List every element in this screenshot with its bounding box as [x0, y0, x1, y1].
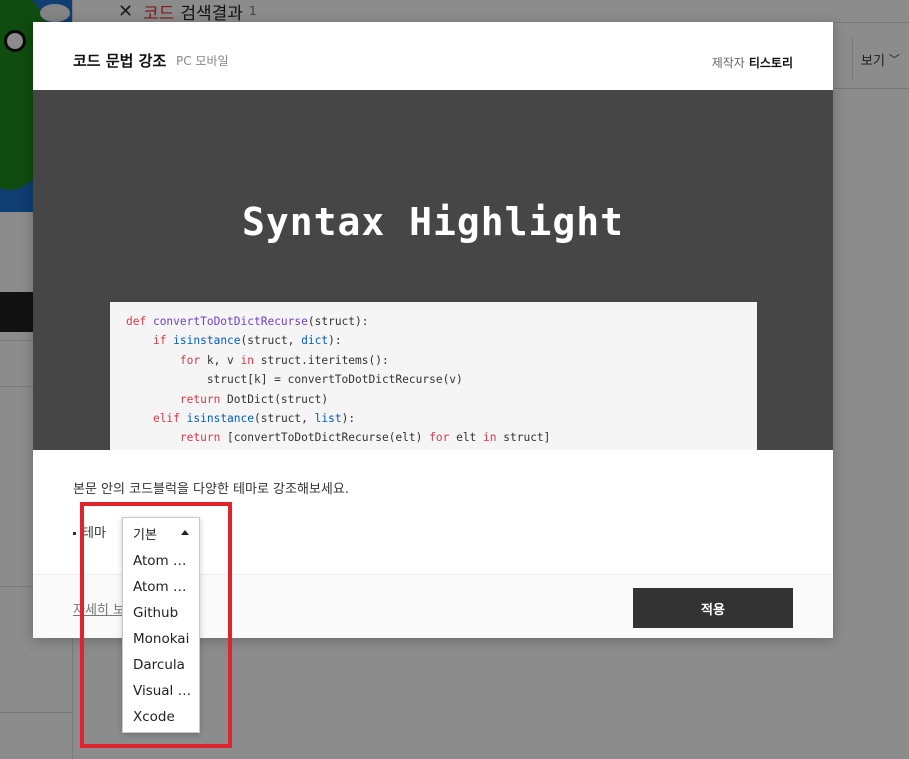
- code-token: convertToDotDictRecurse: [152, 315, 308, 328]
- code-token: def: [126, 315, 153, 328]
- code-token: struct[k] = convertToDotDictRecurse(v): [126, 373, 463, 387]
- code-token: [convertToDotDictRecurse(elt): [227, 431, 430, 445]
- annotation-highlight-box: [80, 502, 232, 748]
- code-token: ):: [328, 334, 342, 348]
- code-token: for: [429, 431, 457, 445]
- code-token: return: [179, 431, 228, 445]
- code-token: struct]: [503, 431, 551, 445]
- apply-button[interactable]: 적용: [633, 588, 793, 628]
- code-token: (struct,: [240, 334, 302, 348]
- maker-info: 제작자 티스토리: [712, 54, 793, 71]
- code-token: return: [179, 392, 228, 406]
- maker-name: 티스토리: [748, 56, 793, 70]
- code-line: if isinstance(struct, dict):: [126, 331, 741, 350]
- bullet-icon: [73, 532, 76, 535]
- code-sample: def convertToDotDictRecurse(struct): if …: [110, 302, 757, 450]
- code-token: struct.iteritems():: [260, 353, 389, 367]
- code-line: return DotDict(struct): [126, 390, 741, 409]
- code-token: elif: [152, 412, 187, 426]
- code-token: if: [152, 334, 174, 348]
- code-token: in: [240, 353, 261, 367]
- plugin-description: 본문 안의 코드블럭을 다양한 테마로 강조해보세요.: [73, 482, 349, 497]
- platform-info: PC 모바일: [176, 54, 229, 68]
- maker-label: 제작자: [711, 56, 745, 70]
- code-token: (struct):: [307, 315, 369, 328]
- code-token: dict: [301, 334, 329, 348]
- preview-heading: Syntax Highlight: [241, 200, 625, 244]
- code-token: elt: [456, 431, 484, 445]
- code-line: return [convertToDotDictRecurse(elt) for…: [126, 428, 741, 447]
- modal-header: 코드 문법 강조 PC 모바일 제작자 티스토리: [33, 22, 833, 90]
- code-token: isinstance: [186, 412, 254, 426]
- code-line: elif isinstance(struct, list):: [126, 409, 741, 428]
- code-token: list: [314, 412, 342, 426]
- modal-title: 코드 문법 강조: [73, 52, 167, 70]
- preview-banner: Syntax Highlight def convertToDotDictRec…: [33, 90, 833, 450]
- code-token: in: [483, 431, 504, 445]
- code-token: k, v: [206, 353, 241, 367]
- code-token: for: [179, 353, 207, 367]
- code-token: isinstance: [173, 334, 241, 348]
- code-token: ):: [341, 412, 356, 426]
- code-line: def convertToDotDictRecurse(struct):: [126, 312, 741, 331]
- code-line: struct[k] = convertToDotDictRecurse(v): [126, 370, 741, 389]
- code-token: DotDict(struct): [227, 392, 329, 406]
- code-token: (struct,: [254, 412, 315, 426]
- code-line: for k, v in struct.iteritems():: [126, 351, 741, 370]
